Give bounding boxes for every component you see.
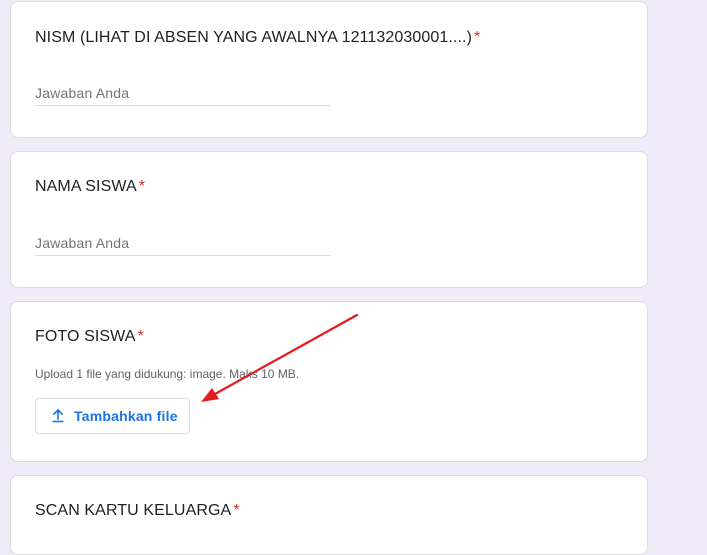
required-asterisk: * — [137, 328, 144, 345]
question-title-text: SCAN KARTU KELUARGA — [35, 502, 232, 519]
required-asterisk: * — [474, 29, 481, 46]
question-title-nama-siswa: NAMA SISWA * — [35, 178, 145, 196]
upload-hint: Upload 1 file yang didukung: image. Maks… — [35, 367, 300, 381]
nism-answer-input[interactable] — [35, 81, 331, 106]
question-card-nism: NISM (LIHAT DI ABSEN YANG AWALNYA 121132… — [10, 1, 648, 138]
question-title-text: NISM (LIHAT DI ABSEN YANG AWALNYA 121132… — [35, 29, 472, 46]
question-title-text: FOTO SISWA — [35, 328, 136, 345]
question-title-text: NAMA SISWA — [35, 178, 137, 195]
required-asterisk: * — [233, 502, 240, 519]
upload-button-label: Tambahkan file — [74, 408, 178, 424]
question-title-foto-siswa: FOTO SISWA * — [35, 328, 144, 346]
question-title-nism: NISM (LIHAT DI ABSEN YANG AWALNYA 121132… — [35, 29, 480, 47]
nama-siswa-answer-input[interactable] — [35, 231, 331, 256]
question-card-scan-kartu-keluarga: SCAN KARTU KELUARGA * — [10, 475, 648, 555]
question-card-foto-siswa: FOTO SISWA * Upload 1 file yang didukung:… — [10, 301, 648, 462]
question-card-nama-siswa: NAMA SISWA * — [10, 151, 648, 288]
question-title-scan-kartu-keluarga: SCAN KARTU KELUARGA * — [35, 502, 240, 520]
upload-icon — [52, 408, 64, 423]
upload-button[interactable]: Tambahkan file — [35, 398, 190, 434]
required-asterisk: * — [138, 178, 146, 195]
